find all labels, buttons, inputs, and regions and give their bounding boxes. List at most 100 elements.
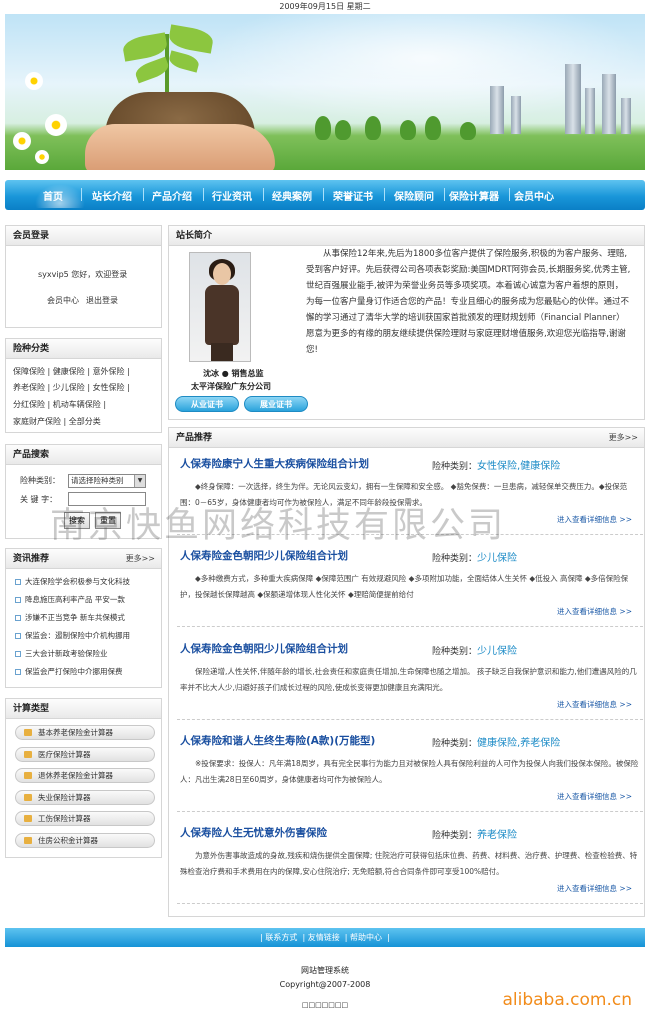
news-item-text: 保监会：遏制保险中介机构挪用 bbox=[25, 631, 130, 640]
type-select[interactable]: 请选择险种类别 ▼ bbox=[68, 474, 146, 488]
category-link[interactable]: 健康保险 bbox=[53, 367, 85, 376]
product-title[interactable]: 人保寿险人生无忧意外伤害保险 bbox=[180, 825, 327, 840]
category-box: 险种分类 保障保险 | 健康保险 | 意外保险 | 养老保险 | 少儿保险 | … bbox=[5, 338, 162, 433]
category-label: 险种类别： bbox=[432, 647, 478, 657]
folder-icon bbox=[24, 793, 32, 801]
intro-title: 站长简介 bbox=[169, 226, 644, 246]
product-description: 为意外伤害事故造成的身故,残疾和烧伤提供全面保障; 住院治疗可获得包括床位费、药… bbox=[180, 851, 638, 876]
member-center-link[interactable]: 会员中心 bbox=[47, 295, 79, 306]
news-item[interactable]: 保监会：遏制保险中介机构挪用 bbox=[15, 630, 130, 641]
category-link[interactable]: 女性保险 bbox=[93, 383, 125, 392]
footer-link-contact[interactable]: 联系方式 bbox=[265, 933, 297, 942]
calculator-label: 基本养老保险金计算器 bbox=[38, 728, 113, 737]
intro-box: 站长简介 沈冰 ● 销售总监 太平洋保险广东分公司 从业证书 展业证书 从事保险… bbox=[168, 225, 645, 420]
calculator-button[interactable]: 医疗保险计算器 bbox=[15, 746, 155, 762]
hands-image bbox=[85, 124, 275, 170]
news-item[interactable]: 保监会严打保险中介挪用保费 bbox=[15, 666, 123, 677]
nav-products[interactable]: 产品介绍 bbox=[152, 188, 192, 203]
logout-link[interactable]: 退出登录 bbox=[86, 295, 118, 306]
news-item[interactable]: 涉嫌不正当竞争 新车共保模式 bbox=[15, 612, 125, 623]
category-value[interactable]: 健康保险,养老保险 bbox=[477, 738, 560, 749]
calculator-button[interactable]: 工伤保险计算器 bbox=[15, 811, 155, 826]
product-detail-link[interactable]: 进入查看详细信息 >> bbox=[557, 699, 632, 710]
nav-home[interactable]: 首页 bbox=[43, 188, 63, 203]
category-value[interactable]: 养老保险 bbox=[477, 830, 517, 841]
practice-cert-button[interactable]: 从业证书 bbox=[175, 396, 239, 412]
nav-advisor[interactable]: 保险顾问 bbox=[394, 188, 434, 203]
product-title[interactable]: 人保寿险康宁人生重大疾病保险组合计划 bbox=[180, 456, 369, 471]
calculator-button[interactable]: 住房公积金计算器 bbox=[15, 832, 155, 848]
category-value[interactable]: 少儿保险 bbox=[477, 646, 517, 657]
category-link[interactable]: 保障保险 bbox=[13, 367, 45, 376]
category-link[interactable]: 少儿保险 bbox=[53, 383, 85, 392]
news-item[interactable]: 三大会计新政考验保险业 bbox=[15, 648, 108, 659]
category-link[interactable]: 分红保险 bbox=[13, 400, 45, 409]
business-cert-button[interactable]: 展业证书 bbox=[244, 396, 308, 412]
news-item-text: 大连保险学会积极参与文化科技 bbox=[25, 577, 130, 586]
login-box: 会员登录 syxvip5 您好，欢迎登录 会员中心 退出登录 bbox=[5, 225, 162, 328]
category-value[interactable]: 少儿保险 bbox=[477, 553, 517, 564]
news-item-text: 三大会计新政考验保险业 bbox=[25, 649, 108, 658]
product-category: 险种类别：女性保险,健康保险 bbox=[432, 457, 560, 472]
nav-industry-news[interactable]: 行业资讯 bbox=[212, 188, 252, 203]
folder-icon bbox=[24, 815, 32, 822]
category-value[interactable]: 女性保险,健康保险 bbox=[477, 461, 560, 472]
nav-cases[interactable]: 经典案例 bbox=[272, 188, 312, 203]
news-item[interactable]: 大连保险学会积极参与文化科技 bbox=[15, 576, 130, 587]
alibaba-watermark: alibaba.com.cn bbox=[502, 990, 632, 1010]
nav-calculator[interactable]: 保险计算器 bbox=[449, 188, 499, 203]
bullet-icon bbox=[15, 579, 21, 585]
login-title: 会员登录 bbox=[6, 226, 161, 246]
news-item-text: 降息施压高利率产品 平安一款 bbox=[25, 595, 125, 604]
footer-system: 网站管理系统 bbox=[301, 966, 349, 975]
watermark: 南京快鱼网络科技有限公司 bbox=[50, 506, 507, 546]
category-label: 险种类别： bbox=[432, 554, 478, 564]
bullet-icon bbox=[15, 633, 21, 639]
product-title[interactable]: 人保寿险金色朝阳少儿保险组合计划 bbox=[180, 641, 348, 656]
news-item-text: 涉嫌不正当竞争 新车共保模式 bbox=[25, 613, 125, 622]
product-detail-link[interactable]: 进入查看详细信息 >> bbox=[557, 883, 632, 894]
footer-link-help[interactable]: 帮助中心 bbox=[350, 933, 382, 942]
product-divider bbox=[177, 626, 643, 627]
product-detail-link[interactable]: 进入查看详细信息 >> bbox=[557, 791, 632, 802]
products-more-link[interactable]: 更多>> bbox=[609, 428, 638, 448]
product-divider bbox=[177, 811, 643, 812]
category-link[interactable]: 家庭财产保险 bbox=[13, 417, 61, 426]
category-link[interactable]: 全部分类 bbox=[69, 417, 101, 426]
nav-about-owner[interactable]: 站长介绍 bbox=[92, 188, 132, 203]
category-title: 险种分类 bbox=[6, 339, 161, 359]
category-link[interactable]: 养老保险 bbox=[13, 383, 45, 392]
category-link[interactable]: 意外保险 bbox=[93, 367, 125, 376]
product-detail-link[interactable]: 进入查看详细信息 >> bbox=[557, 606, 632, 617]
news-box: 资讯推荐 更多>> 大连保险学会积极参与文化科技 降息施压高利率产品 平安一款 涉嫌… bbox=[5, 548, 162, 688]
bullet-icon bbox=[15, 669, 21, 675]
calculator-button[interactable]: 基本养老保险金计算器 bbox=[15, 725, 155, 740]
calculator-label: 工伤保险计算器 bbox=[38, 814, 91, 823]
category-label: 险种类别： bbox=[432, 462, 478, 472]
product-detail-link[interactable]: 进入查看详细信息 >> bbox=[557, 514, 632, 525]
folder-icon bbox=[24, 772, 32, 779]
category-label: 险种类别： bbox=[432, 739, 478, 749]
nav-member-center[interactable]: 会员中心 bbox=[514, 188, 554, 203]
category-label: 险种类别： bbox=[432, 831, 478, 841]
category-row: 分红保险 | 机动车辆保险 | bbox=[13, 400, 107, 409]
news-more-link[interactable]: 更多>> bbox=[126, 549, 155, 569]
product-divider bbox=[177, 903, 643, 904]
product-title[interactable]: 人保寿险金色朝阳少儿保险组合计划 bbox=[180, 548, 348, 563]
calculator-button[interactable]: 失业保险计算器 bbox=[15, 789, 155, 805]
category-row: 养老保险 | 少儿保险 | 女性保险 | bbox=[13, 383, 130, 392]
nav-certificates[interactable]: 荣誉证书 bbox=[333, 188, 373, 203]
product-title[interactable]: 人保寿险和谐人生终生寿险(A款)(万能型) bbox=[180, 733, 375, 748]
category-link[interactable]: 机动车辆保险 bbox=[53, 400, 101, 409]
calculator-box: 计算类型 基本养老保险金计算器 医疗保险计算器 退休养老保险金计算器 失业保险计算器工… bbox=[5, 698, 162, 858]
product-description: ◆多种缴费方式，多种重大疾病保障 ◆保障范围广 有效规避风险 ◆多项附加功能，全… bbox=[180, 574, 629, 599]
footer-link-friends[interactable]: 友情链接 bbox=[308, 933, 340, 942]
product-category: 险种类别：少儿保险 bbox=[432, 549, 517, 564]
calculator-button[interactable]: 退休养老保险金计算器 bbox=[15, 768, 155, 783]
type-select-value: 请选择险种类别 bbox=[71, 476, 124, 485]
news-item[interactable]: 降息施压高利率产品 平安一款 bbox=[15, 594, 125, 605]
calculator-label: 住房公积金计算器 bbox=[38, 835, 98, 845]
caption-company: 太平洋保险广东分公司 bbox=[191, 382, 271, 391]
category-row: 保障保险 | 健康保险 | 意外保险 | bbox=[13, 367, 130, 376]
main-nav: 首页 站长介绍 产品介绍 行业资讯 经典案例 荣誉证书 保险顾问 保险计算器 会… bbox=[5, 180, 645, 210]
